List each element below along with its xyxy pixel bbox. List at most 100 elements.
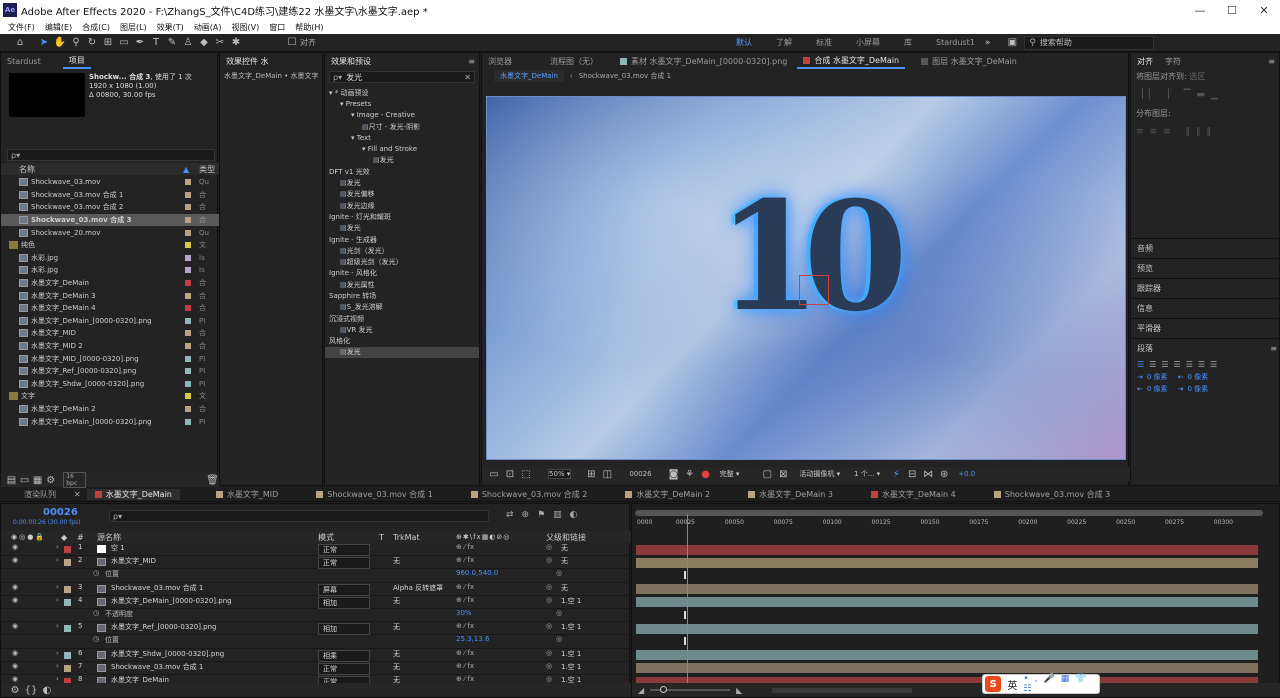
- timeline-search[interactable]: ρ▾: [109, 510, 489, 522]
- workspace-more-button[interactable]: »: [985, 38, 991, 48]
- grid-icon[interactable]: ⊞: [583, 469, 599, 480]
- exposure-value[interactable]: +0.0: [958, 470, 975, 478]
- maximize-button[interactable]: ☐: [1216, 0, 1248, 20]
- visibility-eye-icon[interactable]: ◉: [12, 622, 18, 630]
- rect-tool-icon[interactable]: ▭: [116, 37, 132, 48]
- resolution-dropdown[interactable]: 完整 ▾: [720, 469, 740, 479]
- effects-tree-item[interactable]: ▤ 发光偏移: [325, 189, 479, 200]
- project-item[interactable]: 水墨文字_DeMain_[0000-0320].png PI: [1, 415, 219, 428]
- layer-switches[interactable]: ⊕ ⁄ fx: [456, 675, 474, 683]
- col-name-header[interactable]: 名称: [19, 164, 35, 175]
- space-after-value[interactable]: 0 像素: [1187, 384, 1208, 394]
- keyframe-marker[interactable]: [684, 637, 686, 646]
- layer-switches[interactable]: ⊕ ⁄ fx: [456, 556, 474, 564]
- parent-pickwhip-icon[interactable]: ◎: [546, 556, 552, 564]
- camera-dropdown[interactable]: 活动摄像机 ▾: [799, 469, 840, 479]
- label-color-swatch[interactable]: [185, 405, 191, 412]
- breadcrumb-active[interactable]: 水墨文字_DeMain: [494, 70, 564, 82]
- layer-label-swatch[interactable]: [64, 625, 71, 633]
- layer-name[interactable]: 水墨文字_DeMain_[0000-0320].png: [111, 596, 232, 606]
- layer-label-swatch[interactable]: [64, 651, 71, 659]
- channel-icon[interactable]: ●: [698, 469, 714, 480]
- timeline-tab[interactable]: 水墨文字_MID: [215, 489, 278, 500]
- parent-dropdown[interactable]: 无: [561, 543, 568, 553]
- layer-switches[interactable]: ⊕ ⁄ fx: [456, 622, 474, 630]
- zoom-slider[interactable]: [650, 686, 731, 693]
- effects-search-field[interactable]: ρ▾ 发光 ✕: [329, 71, 475, 83]
- composition-canvas[interactable]: 10: [486, 96, 1126, 460]
- workspace-default[interactable]: 默认: [736, 37, 752, 48]
- parent-pickwhip-icon[interactable]: ◎: [546, 596, 552, 604]
- track-matte-dropdown[interactable]: 无: [393, 662, 400, 672]
- label-color-swatch[interactable]: [185, 267, 191, 274]
- layer-duration-bar[interactable]: [636, 584, 1258, 595]
- brush-tool-icon[interactable]: ✎: [164, 37, 180, 48]
- time-ruler[interactable]: 0000 00025 00050 00075 00100 00125 00150 00175 0…: [632, 517, 1280, 529]
- blend-mode-dropdown[interactable]: 相加: [318, 596, 370, 609]
- menu-effect[interactable]: 效果(T): [157, 22, 184, 33]
- workspace-standard[interactable]: 标准: [816, 37, 832, 48]
- menu-animation[interactable]: 动画(A): [194, 22, 222, 33]
- label-color-swatch[interactable]: [185, 191, 191, 198]
- layer-row[interactable]: ◉ › 6 水墨文字_Shdw_[0000-0320].png 相乘 无 ⊕ ⁄ fx ◎ 1.…: [1, 649, 629, 662]
- label-color-swatch[interactable]: [185, 242, 191, 249]
- distribute-buttons[interactable]: ≡≡≡ ‖‖‖: [1131, 121, 1279, 143]
- menu-window[interactable]: 窗口: [269, 22, 285, 33]
- panel-info[interactable]: 信息: [1131, 298, 1280, 318]
- tab-stardust[interactable]: Stardust: [1, 53, 47, 69]
- render-time-icon[interactable]: ⚙: [7, 685, 23, 696]
- toggle-modes-icon[interactable]: ◐: [39, 685, 55, 696]
- effects-tree-item[interactable]: ▾ * 动画预设: [325, 87, 479, 98]
- label-color-swatch[interactable]: [185, 280, 191, 287]
- ime-tools-icons[interactable]: •,🎤▦👕☷: [1023, 674, 1099, 694]
- blend-mode-dropdown[interactable]: 相乘: [318, 649, 370, 662]
- panel-paragraph[interactable]: 段落 ≡: [1131, 338, 1280, 358]
- bpc-button[interactable]: 16 bpc: [63, 472, 86, 488]
- expand-chevron-icon[interactable]: ›: [56, 675, 59, 683]
- project-item[interactable]: 文字 文: [1, 390, 219, 403]
- blend-mode-dropdown[interactable]: 相加: [318, 623, 370, 636]
- layer-switches[interactable]: ⊕ ⁄ fx: [456, 583, 474, 591]
- track-matte-dropdown[interactable]: 无: [393, 649, 400, 659]
- tab-flowchart[interactable]: 流程图（无）: [544, 53, 604, 69]
- panel-preview[interactable]: 预览: [1131, 258, 1280, 278]
- property-value[interactable]: 25.3,13.6: [456, 635, 489, 643]
- effects-tree-item[interactable]: ▤ S_发光溶解: [325, 302, 479, 313]
- visibility-eye-icon[interactable]: ◉: [12, 583, 18, 591]
- parent-dropdown[interactable]: 无: [561, 583, 568, 593]
- project-item[interactable]: 水彩.jpg Is: [1, 252, 219, 265]
- roto-tool-icon[interactable]: ✂: [212, 37, 228, 48]
- effects-tree-item[interactable]: ▤ 尺寸 - 发光-阴影: [325, 121, 479, 132]
- parent-pickwhip-icon[interactable]: ◎: [546, 622, 552, 630]
- col-parent[interactable]: 父级和链接: [546, 532, 586, 543]
- timeline-scrollbar[interactable]: [772, 687, 913, 693]
- effects-tree-item[interactable]: ▾ Presets: [325, 98, 479, 109]
- workspace-learn[interactable]: 了解: [776, 37, 792, 48]
- indent-right-value[interactable]: 0 像素: [1187, 372, 1208, 382]
- tab-composition[interactable]: 合成 水墨文字_DeMain: [797, 53, 906, 69]
- effects-tree-item[interactable]: ▤ 光剑（发光）: [325, 245, 479, 256]
- effects-tree-item[interactable]: Ignite - 灯光和耀斑: [325, 211, 479, 222]
- parent-dropdown[interactable]: 1.空 1: [561, 596, 581, 606]
- menu-help[interactable]: 帮助(H): [295, 22, 323, 33]
- tab-align[interactable]: 对齐: [1131, 53, 1159, 69]
- pickwhip-icon[interactable]: ◎: [556, 609, 562, 617]
- layer-switches[interactable]: ⊕ ⁄ fx: [456, 662, 474, 670]
- layer-property-row[interactable]: ◷ 位置 25.3,13.6 ◎: [1, 635, 629, 649]
- label-color-swatch[interactable]: [185, 368, 191, 375]
- paragraph-align-buttons[interactable]: ☰☰☰☰☰☰☰: [1131, 358, 1280, 371]
- layer-label-swatch[interactable]: [64, 546, 71, 553]
- panel-menu-icon[interactable]: ≡: [468, 57, 475, 66]
- tab-character[interactable]: 字符: [1159, 53, 1187, 69]
- anchor-box[interactable]: [799, 275, 829, 305]
- timeline-icon[interactable]: ⊟: [904, 469, 920, 480]
- project-item[interactable]: 水墨文字_DeMain 4 合: [1, 302, 219, 315]
- expand-chevron-icon[interactable]: ›: [56, 622, 59, 630]
- layer-label-swatch[interactable]: [64, 664, 71, 672]
- menu-layer[interactable]: 图层(L): [120, 22, 147, 33]
- label-color-swatch[interactable]: [185, 343, 191, 350]
- effects-tree-item[interactable]: Ignite - 风格化: [325, 268, 479, 279]
- parent-dropdown[interactable]: 1.空 1: [561, 622, 581, 632]
- layer-name[interactable]: 水墨文字_Shdw_[0000-0320].png: [111, 649, 224, 659]
- project-item[interactable]: 水墨文字_DeMain 合: [1, 277, 219, 290]
